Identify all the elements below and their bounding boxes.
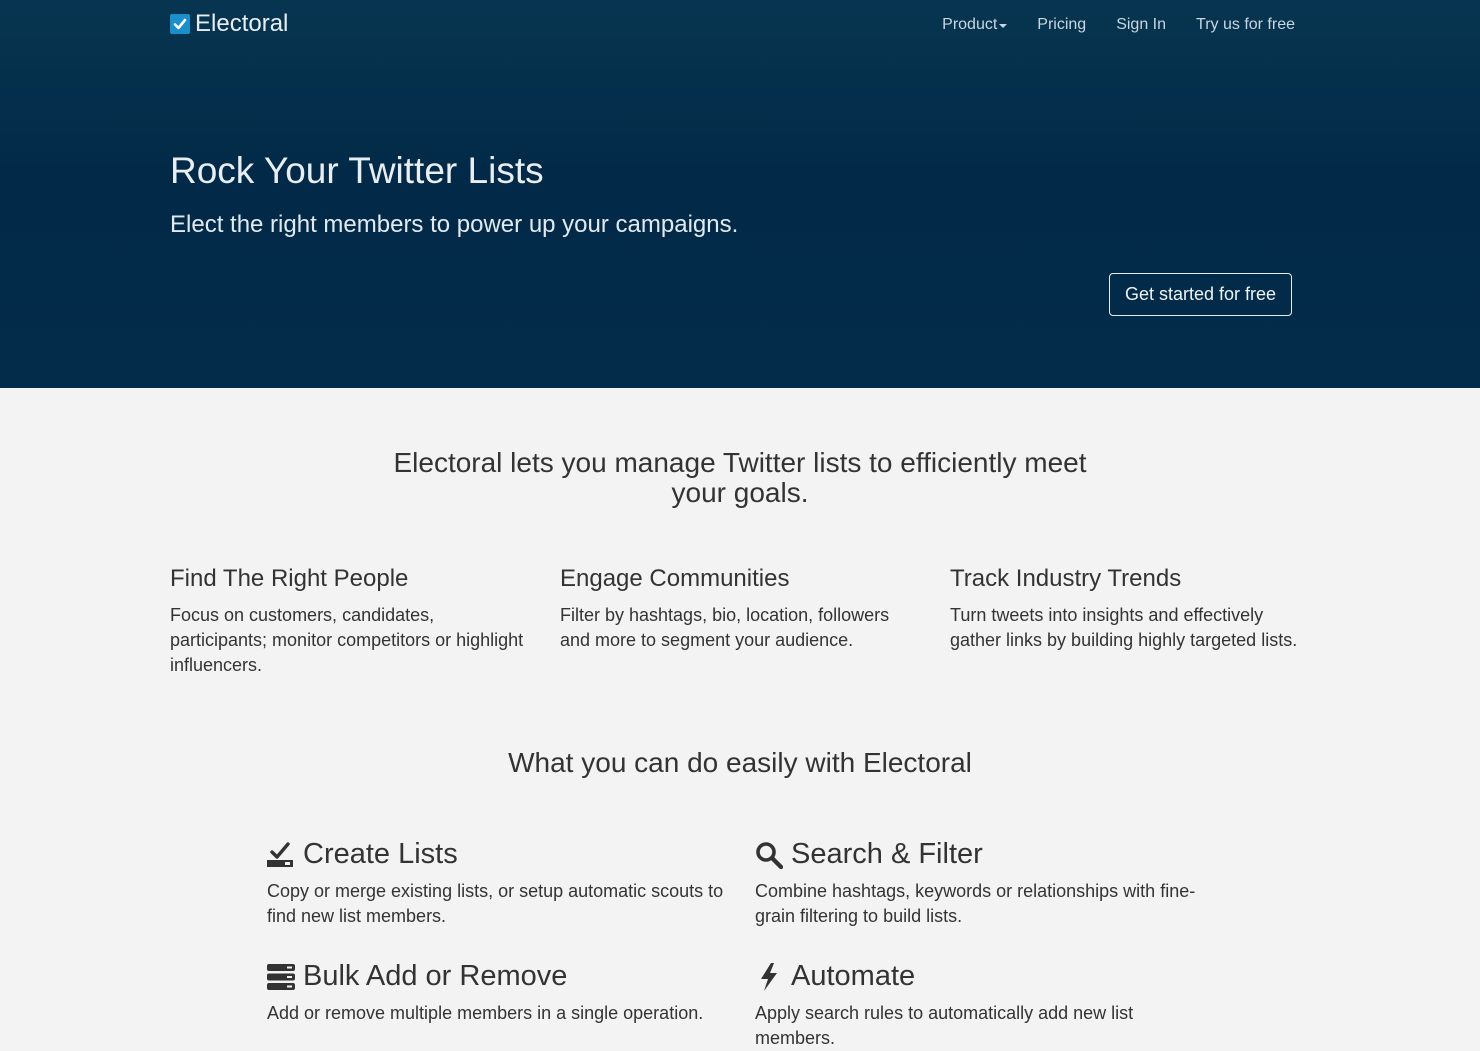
capability-search-filter: Search & Filter Combine hashtags, keywor… bbox=[755, 838, 1225, 929]
feature-track-trends: Track Industry Trends Turn tweets into i… bbox=[950, 565, 1310, 653]
get-started-button[interactable]: Get started for free bbox=[1109, 273, 1292, 316]
capability-title-row: Automate bbox=[755, 960, 1175, 993]
hero-banner: Electoral Product Pricing Sign In Try us… bbox=[0, 0, 1480, 388]
capability-title-row: Bulk Add or Remove bbox=[267, 960, 737, 993]
feature-text: Filter by hashtags, bio, location, follo… bbox=[560, 605, 890, 650]
capability-text: Copy or merge existing lists, or setup a… bbox=[267, 881, 724, 926]
feature-title: Track Industry Trends bbox=[950, 565, 1182, 592]
capability-title: Automate bbox=[791, 960, 916, 992]
brand-logo-link[interactable]: Electoral bbox=[170, 10, 288, 38]
hero-title: Rock Your Twitter Lists bbox=[170, 150, 544, 191]
feature-text: Focus on customers, candidates, particip… bbox=[170, 605, 524, 675]
capability-title-row: Search & Filter bbox=[755, 838, 1225, 871]
server-stack-icon bbox=[267, 963, 295, 990]
capabilities-heading: What you can do easily with Electoral bbox=[508, 747, 972, 778]
feature-title: Engage Communities bbox=[560, 565, 790, 592]
capability-title: Create Lists bbox=[303, 838, 458, 870]
capability-automate: Automate Apply search rules to automatic… bbox=[755, 960, 1175, 1051]
feature-engage-communities: Engage Communities Filter by hashtags, b… bbox=[560, 565, 920, 653]
capability-title-row: Create Lists bbox=[267, 838, 737, 871]
capability-bulk-add-remove: Bulk Add or Remove Add or remove multipl… bbox=[267, 960, 737, 1026]
nav-pricing-link[interactable]: Pricing bbox=[1037, 16, 1086, 34]
feature-find-people: Find The Right People Focus on customers… bbox=[170, 565, 530, 678]
caret-down-icon bbox=[999, 24, 1008, 28]
capability-text: Apply search rules to automatically add … bbox=[755, 1003, 1134, 1048]
feature-title: Find The Right People bbox=[170, 565, 409, 592]
nav-product-dropdown[interactable]: Product bbox=[942, 16, 1008, 34]
search-icon bbox=[756, 841, 783, 869]
check-tray-icon bbox=[267, 841, 293, 867]
capability-text: Combine hashtags, keywords or relationsh… bbox=[755, 881, 1196, 926]
capability-create-lists: Create Lists Copy or merge existing list… bbox=[267, 838, 737, 929]
capability-title: Search & Filter bbox=[791, 838, 983, 870]
brand-name: Electoral bbox=[195, 10, 289, 37]
capability-text: Add or remove multiple members in a sing… bbox=[267, 1003, 704, 1023]
nav-product-label: Product bbox=[942, 16, 998, 33]
bolt-icon bbox=[761, 962, 777, 991]
hero-subtitle: Elect the right members to power up your… bbox=[170, 211, 739, 238]
feature-text: Turn tweets into insights and effectivel… bbox=[950, 605, 1298, 650]
capability-title: Bulk Add or Remove bbox=[303, 960, 568, 992]
nav-try-free-link[interactable]: Try us for free bbox=[1196, 16, 1295, 34]
checkbox-logo-icon bbox=[170, 14, 190, 34]
top-nav: Product Pricing Sign In Try us for free bbox=[942, 16, 1295, 34]
intro-statement: Electoral lets you manage Twitter lists … bbox=[393, 447, 1087, 508]
nav-sign-in-link[interactable]: Sign In bbox=[1116, 16, 1166, 34]
